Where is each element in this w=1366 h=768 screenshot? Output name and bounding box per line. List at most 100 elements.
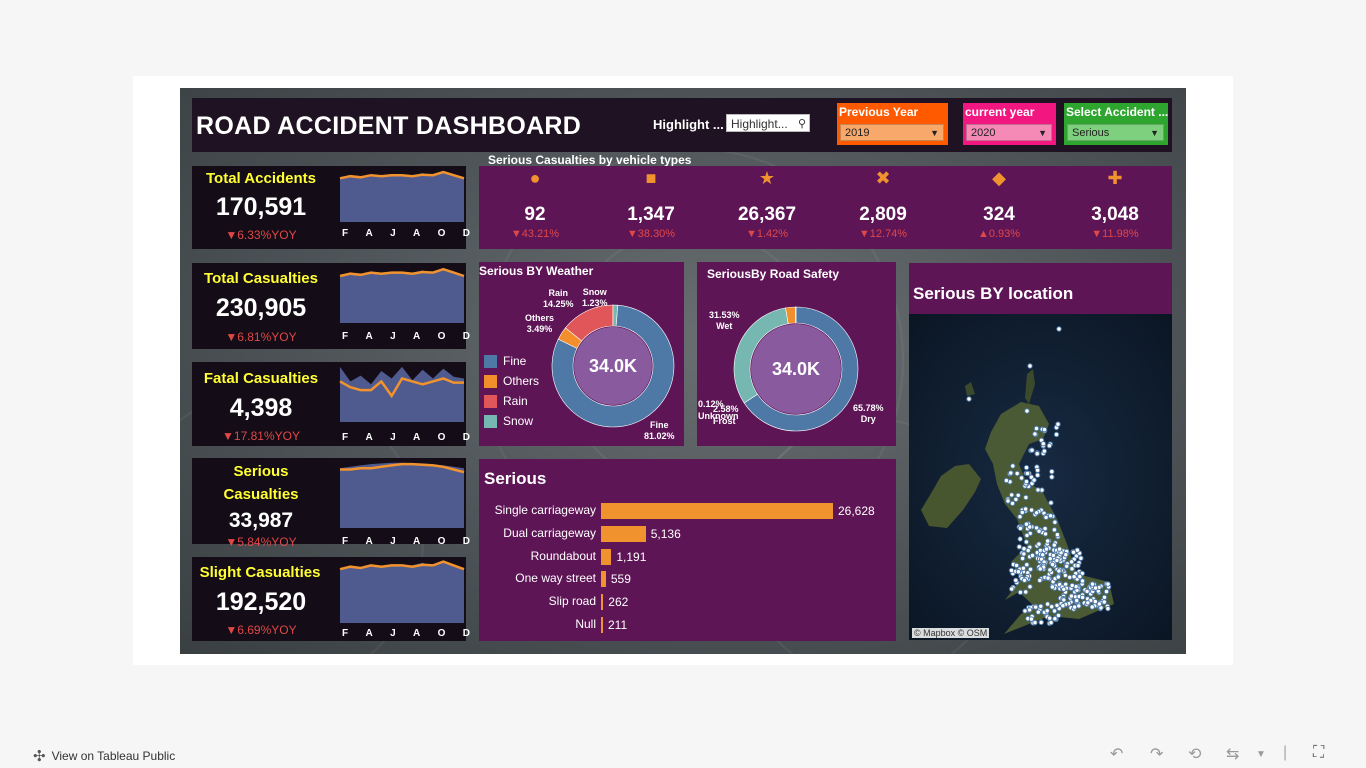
map-point — [1046, 443, 1053, 449]
map-point — [1029, 447, 1035, 453]
sparkline-chart — [339, 366, 464, 422]
weather-panel: Serious BY Weather 34.0K Rain 14.25% Snow… — [479, 262, 684, 446]
map-point — [1041, 448, 1048, 454]
highlight-input[interactable]: Highlight... ⚲ — [726, 114, 810, 132]
kpi-total-casualties[interactable]: Total Casualties 230,905 ▼6.81%YOY F A J A O… — [192, 263, 470, 349]
map-point — [1023, 494, 1029, 501]
dashboard: ROAD ACCIDENT DASHBOARD Highlight ... Hi… — [180, 88, 1186, 654]
title-bar: ROAD ACCIDENT DASHBOARD Highlight ... Hi… — [192, 98, 1172, 152]
bar[interactable] — [601, 525, 646, 542]
map-point — [1019, 555, 1026, 562]
vehicle-type-item[interactable]: ★ 26,367 ▼1.42% — [712, 168, 822, 240]
month-tick: O — [437, 432, 446, 443]
star-icon: ★ — [758, 168, 776, 188]
accident-type-dropdown[interactable]: Serious ▼ — [1067, 124, 1164, 141]
map-point — [1003, 477, 1010, 484]
map-point — [1049, 468, 1055, 475]
vehicle-type-item[interactable]: ● 92 ▼43.21% — [480, 168, 590, 240]
map-point — [1101, 599, 1108, 605]
map-point — [1040, 552, 1046, 558]
map-point — [1023, 539, 1030, 545]
location-map[interactable]: © Mapbox © OSM — [909, 314, 1172, 640]
map-point — [1055, 421, 1061, 427]
legend-rain[interactable]: Rain — [484, 394, 528, 408]
map-point — [1024, 562, 1030, 568]
month-tick: F — [342, 536, 349, 547]
month-axis: FAJAOD — [342, 628, 470, 639]
legend-fine[interactable]: Fine — [484, 354, 526, 368]
sparkline-area — [340, 366, 464, 422]
kpi-yoy: ▼5.84%YOY — [225, 535, 297, 549]
sparkline-chart — [339, 170, 465, 222]
month-tick: J — [390, 628, 396, 639]
chevron-down-icon[interactable]: ▼ — [1256, 749, 1266, 760]
bar[interactable] — [601, 594, 604, 611]
current-year-dropdown[interactable]: 2020 ▼ — [966, 124, 1052, 141]
map-point — [1054, 557, 1060, 564]
month-tick: J — [390, 432, 396, 443]
kpi-total-accidents[interactable]: Total Accidents 170,591 ▼6.33%YOY F A J A O D — [192, 166, 470, 249]
kpi-yoy: ▼6.69%YOY — [225, 623, 297, 637]
bar[interactable] — [601, 548, 612, 565]
month-tick: J — [390, 228, 396, 239]
month-tick: D — [462, 228, 470, 239]
vehicle-type-item[interactable]: ◆ 324 ▲0.93% — [944, 168, 1054, 240]
vehicle-type-item[interactable]: ■ 1,347 ▼38.30% — [596, 168, 706, 240]
circle-icon: ● — [529, 168, 541, 188]
map-point — [1023, 521, 1030, 527]
map-point — [1051, 542, 1058, 548]
map-point — [1024, 470, 1031, 477]
bar-value-label: 211 — [608, 618, 628, 632]
redo-icon[interactable]: ↷ — [1150, 744, 1163, 764]
map-point — [1013, 562, 1020, 569]
map-title-panel: Serious BY location — [909, 263, 1172, 314]
previous-year-dropdown[interactable]: 2019 ▼ — [840, 124, 944, 141]
map-point — [1079, 578, 1086, 584]
month-tick: A — [412, 536, 421, 547]
bar[interactable] — [601, 503, 833, 519]
view-on-tableau-link[interactable]: ✣ View on Tableau Public — [33, 747, 175, 765]
map-point — [1015, 569, 1022, 575]
map-point — [1041, 426, 1048, 433]
map-point — [1021, 577, 1028, 583]
vehicle-type-yoy: ▼38.30% — [626, 228, 676, 240]
kpi-serious-casualties[interactable]: Serious Casualties 33,987 ▼5.84%YOY F A J A… — [192, 458, 470, 549]
sparkline-chart — [340, 462, 465, 528]
map-point — [1010, 463, 1016, 469]
map-point — [1038, 619, 1044, 626]
map-point — [1008, 567, 1015, 574]
kpi-fatal-casualties[interactable]: Fatal Casualties 4,398 ▼17.81%YOY F A J A O D — [192, 362, 470, 446]
road-safety-title: SeriousBy Road Safety — [707, 267, 840, 281]
map-point — [1035, 609, 1042, 615]
undo-icon[interactable]: ↶ — [1110, 744, 1123, 764]
dropdown-value: 2019 — [845, 127, 870, 139]
map-point — [1070, 549, 1077, 556]
month-tick: D — [462, 432, 470, 443]
map-point — [1076, 603, 1082, 609]
map-point — [1056, 326, 1062, 332]
bar[interactable] — [601, 617, 603, 633]
kpi-slight-casualties[interactable]: Slight Casualties 192,520 ▼6.69%YOY F A J A… — [192, 557, 470, 641]
legend-others[interactable]: Others — [484, 374, 539, 388]
map-point — [1067, 574, 1073, 580]
vehicle-type-item[interactable]: ✚ 3,048 ▼11.98% — [1060, 168, 1170, 240]
map-point — [1033, 510, 1040, 516]
map-point — [1014, 470, 1020, 477]
diamond-icon: ◆ — [992, 168, 1006, 188]
month-axis: FAJAOD — [342, 536, 470, 547]
fullscreen-icon[interactable]: ⛶ — [1313, 744, 1324, 762]
bar-label: Single carriageway — [494, 503, 596, 517]
map-point — [1049, 561, 1056, 568]
refresh-icon[interactable]: ⇆ — [1226, 744, 1239, 764]
vehicle-type-item[interactable]: ✖ 2,809 ▼12.74% — [828, 168, 938, 240]
map-point — [1042, 531, 1049, 537]
legend-snow[interactable]: Snow — [484, 414, 533, 428]
map-point — [1064, 563, 1070, 570]
map-point — [1049, 584, 1056, 590]
bar[interactable] — [601, 571, 606, 588]
map-point — [1074, 597, 1080, 604]
map-point — [1027, 566, 1034, 573]
swatch-icon — [484, 394, 497, 408]
revert-icon[interactable]: ⟲ — [1188, 744, 1201, 764]
highlight-label: Highlight ... — [653, 117, 724, 132]
